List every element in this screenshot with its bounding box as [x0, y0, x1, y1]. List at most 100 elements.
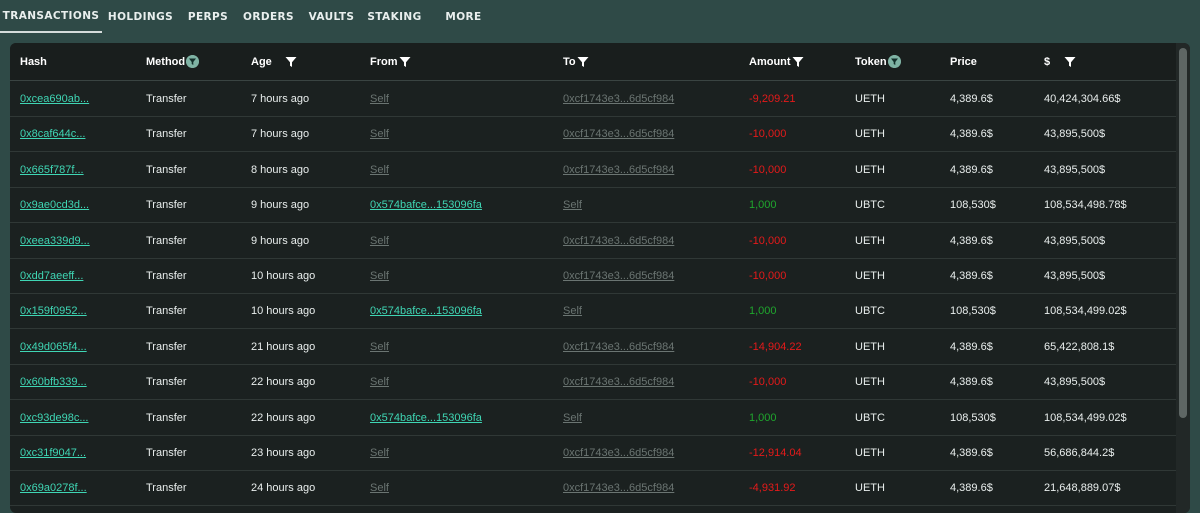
tx-hash-link[interactable]: 0x49d065f4... [20, 341, 87, 353]
cell-method: Transfer [146, 293, 187, 328]
cell-amount: -10,000 [749, 223, 786, 258]
to-address-link[interactable]: Self [563, 305, 582, 317]
from-address-link[interactable]: Self [370, 235, 389, 247]
table-row[interactable]: 0xcea690ab... Transfer 7 hours ago Self 0xcf… [10, 81, 1176, 117]
to-address-link[interactable]: 0xcf1743e3...6d5cf984 [563, 270, 674, 282]
price-value: 4,389.6$ [950, 269, 993, 282]
tx-hash-link[interactable]: 0x159f0952... [20, 305, 87, 317]
age-value: 7 hours ago [251, 92, 310, 105]
from-address-link[interactable]: 0x574bafce...153096fa [370, 199, 482, 211]
cell-usd: 56,686,844.2$ [1044, 435, 1114, 470]
table-row[interactable]: 0x49d065f4... Transfer 21 hours ago Self 0xc… [10, 329, 1176, 365]
price-value: 4,389.6$ [950, 127, 993, 140]
table-row[interactable]: 0x60bfb339... Transfer 22 hours ago Self 0xc… [10, 364, 1176, 400]
tx-hash-link[interactable]: 0xc31f9047... [20, 447, 86, 459]
to-address-link[interactable]: 0xcf1743e3...6d5cf984 [563, 164, 674, 176]
usd-value: 108,534,498.78$ [1044, 198, 1127, 211]
to-address-link[interactable]: 0xcf1743e3...6d5cf984 [563, 482, 674, 494]
table-row[interactable]: 0x9ae0cd3d... Transfer 9 hours ago 0x574baf… [10, 187, 1176, 223]
to-address-link[interactable]: 0xcf1743e3...6d5cf984 [563, 376, 674, 388]
column-label-age: Age [251, 55, 272, 68]
scrollbar[interactable] [1176, 43, 1190, 513]
table-row[interactable]: 0xc31f9047... Transfer 23 hours ago Self 0xc… [10, 435, 1176, 471]
cell-hash: 0x9ae0cd3d... [20, 187, 89, 222]
amount-value: -10,000 [749, 163, 787, 176]
from-address-link[interactable]: Self [370, 376, 389, 388]
token-value: UETH [855, 92, 885, 105]
tx-hash-link[interactable]: 0x8caf644c... [20, 128, 85, 140]
age-value: 8 hours ago [251, 163, 310, 176]
cell-usd: 43,895,500$ [1044, 364, 1105, 399]
from-address-link[interactable]: Self [370, 164, 389, 176]
cell-hash: 0xc93de98c... [20, 400, 89, 435]
from-address-link[interactable]: Self [370, 482, 389, 494]
from-address-link[interactable]: 0x574bafce...153096fa [370, 305, 482, 317]
from-address-link[interactable]: Self [370, 93, 389, 105]
from-address-link[interactable]: 0x574bafce...153096fa [370, 412, 482, 424]
from-address-link[interactable]: Self [370, 128, 389, 140]
amount-value: -10,000 [749, 234, 787, 247]
tab-transactions[interactable]: TRANSACTIONS [0, 0, 102, 33]
filter-icon[interactable] [1064, 56, 1076, 68]
from-address-link[interactable]: Self [370, 341, 389, 353]
cell-hash: 0xeea339d9... [20, 223, 90, 258]
cell-price: 4,389.6$ [950, 364, 993, 399]
table-row[interactable]: 0x69a0278f... Transfer 24 hours ago Self 0xc… [10, 470, 1176, 506]
to-address-link[interactable]: 0xcf1743e3...6d5cf984 [563, 235, 674, 247]
cell-hash: 0xdd7aeeff... [20, 258, 83, 293]
price-value: 4,389.6$ [950, 234, 993, 247]
token-value: UBTC [855, 304, 885, 317]
tx-hash-link[interactable]: 0x69a0278f... [20, 482, 87, 494]
table-row[interactable]: 0x8caf644c... Transfer 7 hours ago Self 0xcf… [10, 116, 1176, 152]
cell-amount: -10,000 [749, 116, 786, 151]
filter-icon[interactable] [577, 56, 589, 68]
tx-hash-link[interactable]: 0x60bfb339... [20, 376, 87, 388]
tx-hash-link[interactable]: 0xcea690ab... [20, 93, 89, 105]
cell-token: UETH [855, 258, 885, 293]
filter-icon[interactable] [285, 56, 297, 68]
to-address-link[interactable]: Self [563, 412, 582, 424]
table-row[interactable]: 0xc93de98c... Transfer 22 hours ago 0x574ba… [10, 400, 1176, 436]
age-value: 22 hours ago [251, 375, 316, 388]
filter-active-icon[interactable] [186, 55, 200, 68]
to-address-link[interactable]: 0xcf1743e3...6d5cf984 [563, 93, 674, 105]
to-address-link[interactable]: 0xcf1743e3...6d5cf984 [563, 341, 674, 353]
scrollbar-thumb[interactable] [1179, 48, 1187, 418]
tab-holdings[interactable]: HOLDINGS [102, 0, 179, 33]
to-address-link[interactable]: Self [563, 199, 582, 211]
to-address-link[interactable]: 0xcf1743e3...6d5cf984 [563, 128, 674, 140]
tx-hash-link[interactable]: 0xc93de98c... [20, 412, 89, 424]
tx-hash-link[interactable]: 0xdd7aeeff... [20, 270, 83, 282]
from-address-link[interactable]: Self [370, 447, 389, 459]
filter-icon[interactable] [792, 56, 804, 68]
table-row[interactable]: 0x159f0952... Transfer 10 hours ago 0x574ba… [10, 293, 1176, 329]
tab-perps[interactable]: PERPS [179, 0, 237, 33]
filter-icon[interactable] [399, 56, 411, 68]
to-address-link[interactable]: 0xcf1743e3...6d5cf984 [563, 447, 674, 459]
cell-method: Transfer [146, 329, 187, 364]
table-row[interactable]: 0x665f787f... Transfer 8 hours ago Self 0xcf… [10, 152, 1176, 188]
tx-hash-link[interactable]: 0x9ae0cd3d... [20, 199, 89, 211]
table-row[interactable]: 0xeea339d9... Transfer 9 hours ago Self 0xcf… [10, 223, 1176, 259]
column-label-token: Token [855, 55, 887, 68]
cell-to: Self [563, 400, 582, 435]
usd-value: 43,895,500$ [1044, 269, 1106, 282]
usd-value: 56,686,844.2$ [1044, 446, 1115, 459]
tx-hash-link[interactable]: 0x665f787f... [20, 164, 84, 176]
method-value: Transfer [146, 269, 187, 282]
table-row[interactable]: 0xdd7aeeff... Transfer 10 hours ago Self 0xc… [10, 258, 1176, 294]
cell-method: Transfer [146, 187, 187, 222]
amount-value: 1,000 [749, 411, 777, 424]
cell-usd: 43,895,500$ [1044, 152, 1105, 187]
tab-staking[interactable]: STAKING [363, 0, 426, 33]
from-address-link[interactable]: Self [370, 270, 389, 282]
column-label-method: Method [146, 55, 186, 68]
price-value: 4,389.6$ [950, 375, 993, 388]
tab-orders[interactable]: ORDERS [237, 0, 300, 33]
cell-token: UETH [855, 364, 885, 399]
age-value: 24 hours ago [251, 481, 316, 494]
filter-active-icon[interactable] [887, 55, 901, 68]
tx-hash-link[interactable]: 0xeea339d9... [20, 235, 90, 247]
tab-vaults[interactable]: VAULTS [300, 0, 363, 33]
tab-more[interactable]: MORE [426, 0, 501, 33]
